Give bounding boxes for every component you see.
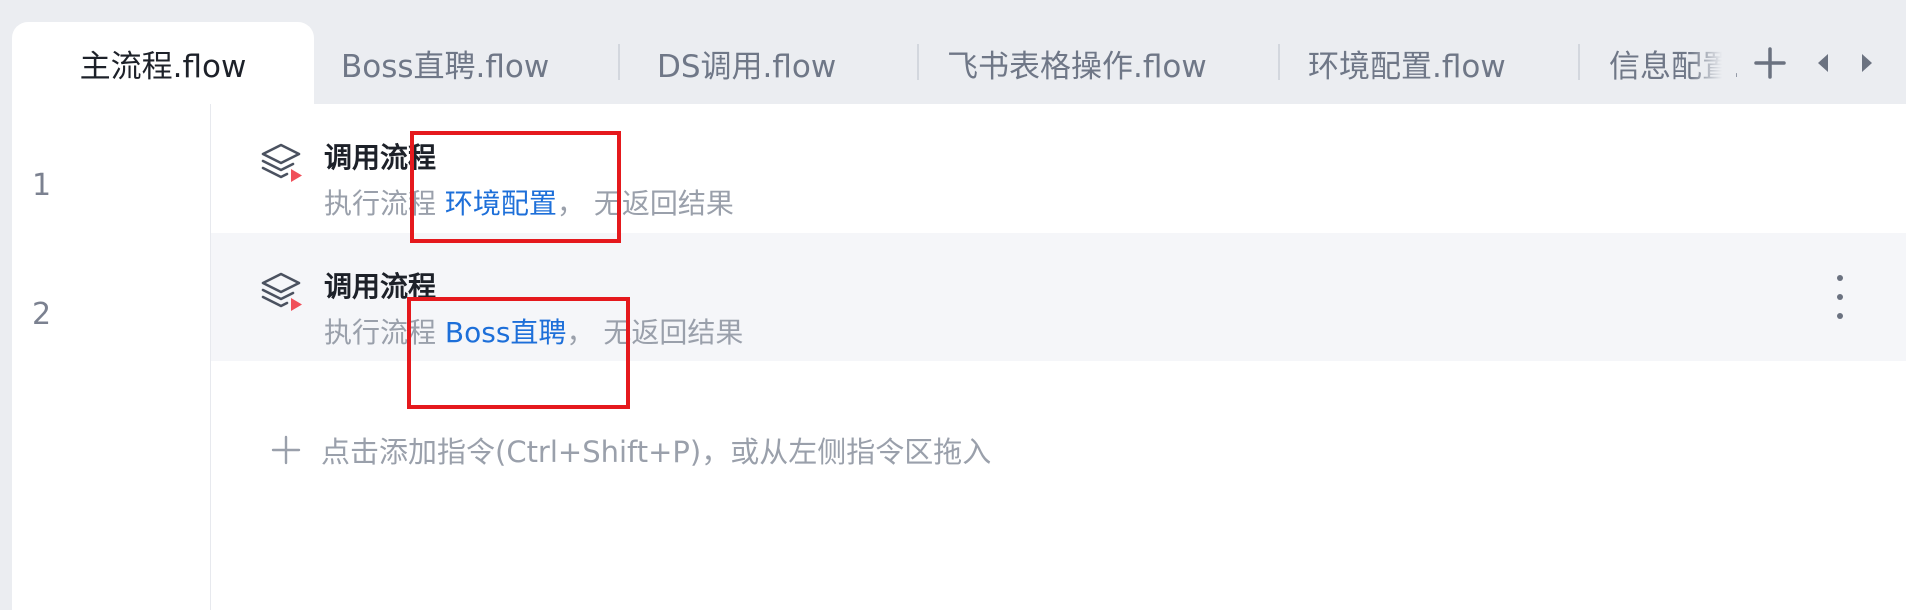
instruction-title: 调用流程 <box>324 270 437 303</box>
scroll-tabs-right-button[interactable] <box>1852 22 1882 104</box>
more-dot <box>1837 313 1843 319</box>
tab-bar: 主流程.flow Boss直聘.flow DS调用.flow 飞书表格操作.fl… <box>0 0 1906 104</box>
line-number: 1 <box>32 168 52 203</box>
tab-overflow-fade <box>1690 22 1736 104</box>
triangle-right-icon <box>1862 54 1872 72</box>
instruction-row[interactable]: 调用流程 执行流程 Boss直聘， 无返回结果 <box>211 233 1906 361</box>
more-dot <box>1837 275 1843 281</box>
scroll-tabs-left-button[interactable] <box>1808 22 1838 104</box>
flow-name-link[interactable]: 环境配置 <box>445 187 557 220</box>
desc-prefix: 执行流程 <box>324 187 445 220</box>
tab-label: 飞书表格操作.flow <box>947 48 1207 85</box>
tab-divider <box>1578 44 1580 80</box>
tab-divider <box>618 44 620 80</box>
call-flow-icon <box>261 143 302 182</box>
tab-label: 主流程.flow <box>79 48 247 85</box>
line-number-gutter: 1 2 <box>12 104 211 610</box>
triangle-left-icon <box>1818 54 1828 72</box>
desc-suffix: ， 无返回结果 <box>566 316 744 349</box>
tab-label: DS调用.flow <box>657 48 837 85</box>
instruction-row[interactable]: 调用流程 执行流程 环境配置， 无返回结果 <box>211 104 1906 232</box>
add-instruction-label: 点击添加指令(Ctrl+Shift+P)，或从左侧指令区拖入 <box>321 435 992 469</box>
more-options-icon[interactable] <box>1830 275 1850 319</box>
flow-editor: 1 2 调用流程 执行流程 环境配置， 无返回结果 调用流程 执行流程 Boss… <box>12 104 1906 610</box>
tab-divider <box>1278 44 1280 80</box>
plus-icon <box>1754 47 1786 79</box>
tab-ds-flow[interactable]: DS调用.flow <box>657 22 907 104</box>
tab-env-flow[interactable]: 环境配置.flow <box>1308 22 1568 104</box>
instruction-description: 执行流程 环境配置， 无返回结果 <box>324 182 734 222</box>
line-number: 2 <box>32 297 52 332</box>
desc-suffix: ， 无返回结果 <box>556 187 734 220</box>
tab-label: Boss直聘.flow <box>341 48 550 85</box>
desc-prefix: 执行流程 <box>324 316 445 349</box>
instruction-description: 执行流程 Boss直聘， 无返回结果 <box>324 311 743 351</box>
flow-name-link[interactable]: Boss直聘 <box>445 316 567 349</box>
add-tab-button[interactable] <box>1746 22 1794 104</box>
tab-main-flow[interactable]: 主流程.flow <box>12 22 314 104</box>
call-flow-icon <box>261 272 302 311</box>
more-dot <box>1837 294 1843 300</box>
tab-divider <box>917 44 919 80</box>
tab-label: 环境配置.flow <box>1308 48 1506 85</box>
tab-boss-flow[interactable]: Boss直聘.flow <box>341 22 611 104</box>
tab-feishu-flow[interactable]: 飞书表格操作.flow <box>947 22 1247 104</box>
instruction-title: 调用流程 <box>324 141 437 174</box>
plus-icon <box>271 435 301 465</box>
add-instruction-button[interactable]: 点击添加指令(Ctrl+Shift+P)，或从左侧指令区拖入 <box>271 428 991 472</box>
